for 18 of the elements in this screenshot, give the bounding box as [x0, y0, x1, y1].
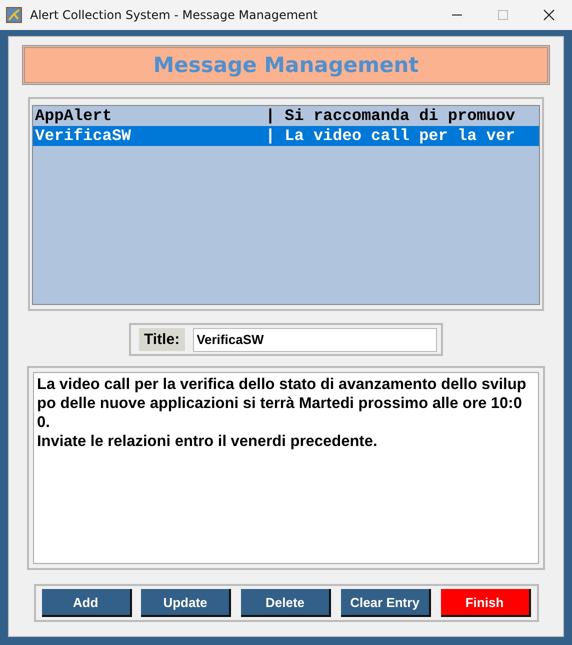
- message-text-area[interactable]: La video call per la verifica dello stato di avanzamento dello svilup po delle nuove applicazioni si terrà Martedi prossimo alle ore 10:0 0. Inviate le relazioni entro il venerdi precedente.: [33, 372, 539, 564]
- title-input[interactable]: VerificaSW: [192, 328, 437, 352]
- window-title: Alert Collection System - Message Management: [30, 8, 319, 22]
- action-button[interactable]: Delete: [241, 589, 331, 617]
- message-line: La video call per la verifica dello stato di avanzamento dello svilup: [37, 375, 528, 394]
- app-icon: [6, 7, 22, 23]
- action-button[interactable]: Clear Entry: [340, 589, 431, 617]
- title-label: Title:: [139, 328, 185, 351]
- message-line: 0.: [37, 413, 51, 432]
- message-line: Inviate le relazioni entro il venerdi precedente.: [37, 432, 378, 451]
- action-button[interactable]: Update: [141, 589, 232, 617]
- header-banner: Message Management: [22, 45, 550, 85]
- list-item[interactable]: VerificaSW | La video call per la ver: [33, 126, 539, 146]
- action-button[interactable]: Finish: [440, 589, 530, 617]
- close-icon[interactable]: [543, 9, 555, 21]
- action-button[interactable]: Add: [42, 589, 132, 617]
- message-line: po delle nuove applicazioni si terrà Martedi prossimo alle ore 10:0: [37, 394, 523, 413]
- list-item[interactable]: AppAlert | Si raccomanda di promuov: [33, 106, 539, 126]
